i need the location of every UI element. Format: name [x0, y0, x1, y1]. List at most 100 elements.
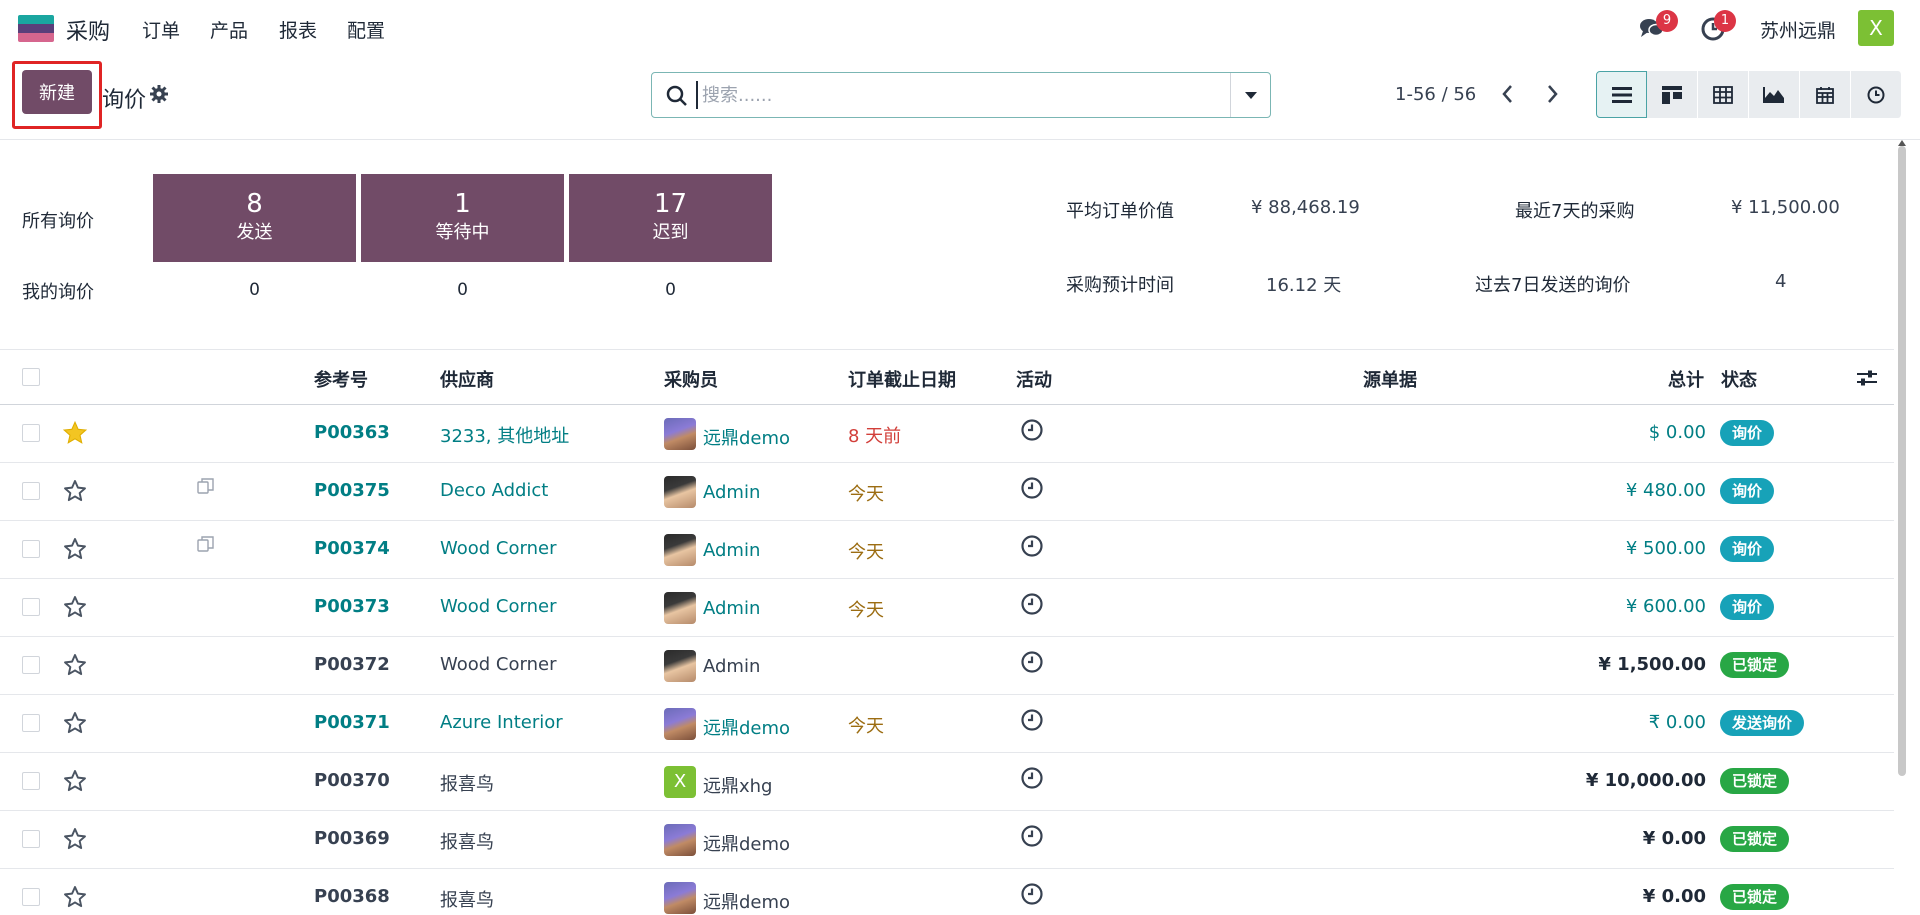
cell-deadline: 今天 — [848, 600, 884, 621]
optional-columns-icon[interactable] — [1856, 368, 1878, 388]
kanban-view-button[interactable] — [1647, 71, 1698, 118]
duplicate-indicator — [196, 534, 216, 559]
messages-button[interactable]: 9 — [1638, 10, 1678, 42]
col-buyer[interactable]: 采购员 — [664, 366, 718, 392]
table-row[interactable]: P00375 Deco Addict Admin 今天 ¥ 480.00 询价 — [0, 463, 1894, 521]
table-row[interactable]: P00371 Azure Interior 远鼎demo 今天 ₹ 0.00 发送询价 — [0, 695, 1894, 753]
row-checkbox[interactable] — [22, 656, 40, 674]
buyer-avatar — [664, 708, 696, 740]
priority-star[interactable] — [62, 826, 88, 857]
pager-next-button[interactable] — [1542, 82, 1562, 106]
activity-button[interactable] — [1020, 476, 1044, 505]
graph-view-button[interactable] — [1749, 71, 1800, 118]
priority-star[interactable] — [62, 420, 88, 451]
priority-star[interactable] — [62, 478, 88, 509]
control-panel: 新建 询价 1-56 / 56 — [0, 56, 1920, 140]
table-row[interactable]: P00368 报喜鸟 远鼎demo ¥ 0.00 已锁定 — [0, 869, 1894, 915]
activities-button[interactable]: 1 — [1700, 10, 1736, 42]
activity-button[interactable] — [1020, 708, 1044, 737]
cell-deadline: 今天 — [848, 716, 884, 737]
search-options-toggle[interactable] — [1230, 73, 1270, 117]
rfq-sent-label: 过去7日发送的询价 — [1475, 275, 1631, 296]
activity-button[interactable] — [1020, 534, 1044, 563]
list-icon — [1611, 86, 1632, 103]
row-checkbox[interactable] — [22, 714, 40, 732]
activity-button[interactable] — [1020, 592, 1044, 621]
cell-buyer: Admin — [703, 598, 761, 619]
company-switcher[interactable]: 苏州远鼎 — [1760, 16, 1836, 43]
cell-vendor: 报喜鸟 — [440, 832, 494, 853]
col-source[interactable]: 源单据 — [1363, 366, 1417, 392]
activity-view-button[interactable] — [1851, 71, 1902, 118]
tile-sent[interactable]: 8 发送 — [153, 174, 356, 262]
buyer-avatar — [664, 882, 696, 914]
my-late-count[interactable]: 0 — [569, 280, 772, 300]
col-status[interactable]: 状态 — [1721, 366, 1757, 392]
priority-star[interactable] — [62, 768, 88, 799]
col-activity[interactable]: 活动 — [1016, 366, 1052, 392]
row-checkbox[interactable] — [22, 598, 40, 616]
priority-star[interactable] — [62, 884, 88, 915]
row-checkbox[interactable] — [22, 830, 40, 848]
pager-previous-button[interactable] — [1498, 82, 1518, 106]
select-all-checkbox[interactable] — [22, 368, 40, 386]
col-total[interactable]: 总计 — [1668, 366, 1704, 392]
page-title: 询价 — [102, 88, 147, 113]
apps-menu-icon[interactable] — [18, 15, 54, 42]
star-outline-icon — [64, 480, 86, 502]
calendar-view-button[interactable] — [1800, 71, 1851, 118]
table-row[interactable]: P00373 Wood Corner Admin 今天 ¥ 600.00 询价 — [0, 579, 1894, 637]
col-deadline[interactable]: 订单截止日期 — [848, 366, 956, 392]
menu-orders[interactable]: 订单 — [142, 16, 180, 43]
scroll-up-arrow[interactable] — [1898, 140, 1906, 146]
row-checkbox[interactable] — [22, 424, 40, 442]
table-row[interactable]: P00372 Wood Corner Admin ¥ 1,500.00 已锁定 — [0, 637, 1894, 695]
activity-button[interactable] — [1020, 650, 1044, 679]
menu-products[interactable]: 产品 — [210, 16, 248, 43]
status-badge: 询价 — [1720, 536, 1775, 562]
activity-button[interactable] — [1020, 824, 1044, 853]
col-reference[interactable]: 参考号 — [314, 366, 368, 392]
menu-reporting[interactable]: 报表 — [279, 16, 317, 43]
table-row[interactable]: P00369 报喜鸟 远鼎demo ¥ 0.00 已锁定 — [0, 811, 1894, 869]
tile-waiting[interactable]: 1 等待中 — [361, 174, 564, 262]
priority-star[interactable] — [62, 536, 88, 567]
pivot-view-button[interactable] — [1698, 71, 1749, 118]
calendar-icon — [1816, 86, 1834, 104]
user-avatar[interactable]: X — [1858, 10, 1894, 46]
search-icon — [666, 85, 687, 106]
all-rfq-label: 所有询价 — [22, 211, 94, 232]
cell-total: ¥ 10,000.00 — [1585, 770, 1706, 791]
priority-star[interactable] — [62, 710, 88, 741]
row-checkbox[interactable] — [22, 888, 40, 906]
activity-button[interactable] — [1020, 882, 1044, 911]
activity-button[interactable] — [1020, 418, 1044, 447]
gear-icon[interactable] — [150, 85, 168, 103]
priority-star[interactable] — [62, 594, 88, 625]
priority-star[interactable] — [62, 652, 88, 683]
app-name[interactable]: 采购 — [66, 14, 110, 46]
col-vendor[interactable]: 供应商 — [440, 366, 494, 392]
activity-button[interactable] — [1020, 766, 1044, 795]
row-checkbox[interactable] — [22, 482, 40, 500]
star-outline-icon — [64, 654, 86, 676]
my-sent-count[interactable]: 0 — [153, 280, 356, 300]
tile-label: 发送 — [236, 222, 273, 243]
scrollbar-thumb[interactable] — [1898, 146, 1906, 776]
menu-configuration[interactable]: 配置 — [347, 16, 385, 43]
table-row[interactable]: P00370 报喜鸟 X 远鼎xhg ¥ 10,000.00 已锁定 — [0, 753, 1894, 811]
row-checkbox[interactable] — [22, 772, 40, 790]
my-waiting-count[interactable]: 0 — [361, 280, 564, 300]
cell-reference: P00373 — [314, 596, 390, 617]
table-header: 参考号 供应商 采购员 订单截止日期 活动 源单据 总计 状态 — [0, 349, 1894, 405]
new-button[interactable]: 新建 — [22, 70, 92, 114]
cell-deadline: 8 天前 — [848, 426, 902, 447]
table-row[interactable]: P00374 Wood Corner Admin 今天 ¥ 500.00 询价 — [0, 521, 1894, 579]
table-row[interactable]: P00363 3233, 其他地址 远鼎demo 8 天前 $ 0.00 询价 — [0, 405, 1894, 463]
search-input[interactable] — [696, 81, 1216, 109]
avg-order-value: ¥ 88,468.19 — [1251, 197, 1360, 218]
list-view-button[interactable] — [1596, 71, 1647, 118]
tile-late[interactable]: 17 迟到 — [569, 174, 772, 262]
row-checkbox[interactable] — [22, 540, 40, 558]
pager-value[interactable]: 1-56 / 56 — [1395, 84, 1476, 105]
